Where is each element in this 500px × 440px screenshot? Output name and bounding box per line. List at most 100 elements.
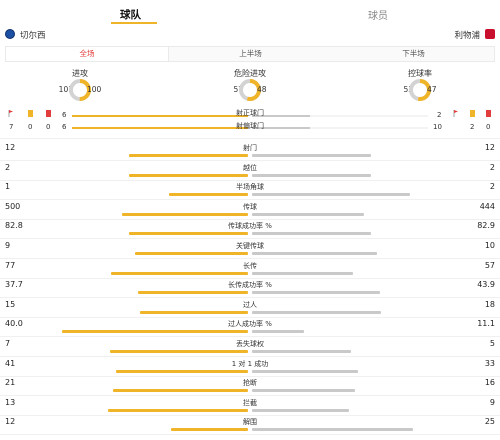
stat-away-value: 2 [489, 162, 495, 172]
row-divider [0, 258, 500, 259]
stat-home-value: 12 [5, 417, 16, 427]
summary-attacks-away: 100 [87, 85, 102, 94]
stat-away-value: 5 [489, 339, 495, 348]
summary-dangerous-attacks: 危险进攻 57 48 [190, 66, 310, 106]
stat-home-bar [116, 369, 248, 373]
stat-row: 500 传球 444 [0, 202, 500, 220]
stat-away-value: 9 [489, 397, 495, 407]
stat-home-bar [110, 350, 248, 353]
stat-away-value: 12 [484, 143, 495, 152]
stat-label: 半场角球 [236, 183, 264, 192]
period-selector: 全场 上半场 下半场 [5, 46, 495, 62]
stat-away-value: 444 [479, 201, 495, 211]
away-corners: 10 [433, 123, 442, 131]
stat-row: 77 长传 57 [0, 261, 500, 279]
stat-away-bar [252, 310, 381, 314]
stat-home-bar [135, 252, 248, 255]
row-divider [0, 434, 500, 436]
stat-home-bar [111, 271, 248, 275]
stat-home-value: 40.0 [5, 319, 23, 329]
stat-away-value: 43.9 [477, 280, 495, 290]
stat-away-value: 57 [484, 260, 495, 270]
stat-label: 传球 [243, 202, 257, 211]
stat-away-bar [252, 212, 364, 216]
summary-possession-away: 47 [427, 85, 437, 94]
active-tab-indicator [111, 22, 157, 24]
stat-label: 抢断 [243, 379, 257, 388]
stat-away-value: 18 [484, 299, 495, 309]
row-divider [0, 297, 500, 299]
stat-away-bar [252, 291, 380, 295]
stat-home-value: 12 [5, 143, 16, 152]
stat-away-value: 11.1 [477, 319, 495, 329]
stat-home-bar [140, 310, 248, 314]
stat-home-bar [129, 173, 248, 177]
stat-home-value: 21 [5, 378, 16, 388]
shots-off-target-row: 7 0 0 6 射偏球门 10 2 0 [0, 122, 500, 134]
row-divider [0, 356, 500, 357]
stat-row: 12 射门 12 [0, 143, 500, 161]
stat-label: 解围 [243, 418, 257, 427]
row-divider [0, 199, 500, 201]
stat-label: 越位 [243, 163, 257, 172]
stat-home-bar [138, 291, 248, 295]
stat-away-bar [252, 369, 358, 373]
stat-away-bar [252, 154, 371, 157]
stat-label: 拦截 [243, 398, 257, 407]
team-header: 切尔西 利物浦 [0, 28, 500, 42]
stat-home-bar [108, 408, 248, 412]
stat-row: 41 1 对 1 成功 33 [0, 359, 500, 377]
row-divider [0, 238, 500, 240]
stat-label: 1 对 1 成功 [231, 359, 269, 368]
stat-row: 82.8 传球成功率 % 82.9 [0, 221, 500, 240]
stat-row: 12 解围 25 [0, 417, 500, 436]
yellow-card-icon [470, 110, 475, 117]
stat-away-bar [252, 408, 349, 412]
stat-home-bar [62, 330, 248, 334]
stat-label: 丢失球权 [236, 340, 264, 348]
stat-away-bar [252, 389, 355, 393]
tab-team[interactable]: 球队 [120, 7, 141, 22]
stat-row: 7 丢失球权 5 [0, 339, 500, 357]
stat-home-value: 13 [5, 397, 16, 407]
period-tab-full[interactable]: 全场 [6, 47, 169, 61]
stat-away-value: 82.9 [477, 221, 495, 231]
stat-label: 传球成功率 % [228, 222, 272, 231]
on-target-away: 2 [437, 111, 442, 119]
stat-home-value: 37.7 [5, 280, 23, 290]
on-target-label: 射正球门 [236, 109, 264, 117]
stat-away-bar [252, 330, 304, 334]
stat-away-value: 16 [484, 378, 495, 388]
away-yellow-cards: 2 [470, 123, 475, 131]
row-divider [0, 375, 500, 377]
stat-row: 9 关键传球 10 [0, 241, 500, 259]
stat-home-value: 1 [5, 182, 11, 192]
stat-label: 关键传球 [236, 242, 264, 250]
stat-home-bar [113, 389, 248, 393]
stat-home-bar [169, 193, 248, 197]
row-divider [0, 336, 500, 338]
away-red-cards: 0 [486, 123, 491, 131]
stat-away-value: 33 [484, 358, 495, 368]
row-divider [0, 414, 500, 416]
stat-home-bar [122, 212, 248, 216]
stat-label: 长传成功率 % [228, 281, 272, 290]
summary-dangerous-away: 48 [257, 85, 267, 94]
divider [0, 138, 500, 139]
stat-away-bar [252, 271, 353, 275]
stat-home-value: 15 [5, 299, 16, 309]
stat-away-value: 25 [484, 417, 495, 427]
row-divider [0, 277, 500, 279]
stat-home-value: 7 [5, 339, 11, 348]
row-divider [0, 160, 500, 161]
stat-home-value: 9 [5, 241, 11, 250]
tab-player[interactable]: 球员 [368, 7, 388, 22]
period-tab-second-half[interactable]: 下半场 [332, 47, 495, 61]
liverpool-crest-icon [485, 29, 495, 39]
stat-home-value: 500 [5, 201, 21, 211]
stat-row: 40.0 过人成功率 % 11.1 [0, 319, 500, 338]
home-team-name: 切尔西 [20, 31, 46, 41]
summary-section: 进攻 101 100 危险进攻 57 48 控球率 53 47 [0, 66, 500, 106]
red-card-icon [486, 110, 491, 117]
period-tab-first-half[interactable]: 上半场 [169, 47, 332, 61]
